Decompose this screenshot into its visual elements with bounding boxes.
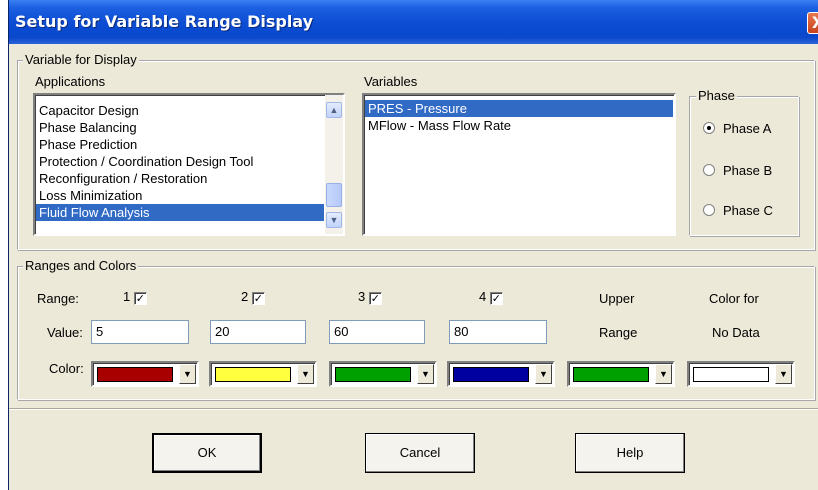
- chevron-down-icon[interactable]: ▼: [775, 364, 792, 384]
- upper-range-color-select[interactable]: ▼: [567, 361, 675, 387]
- ok-button[interactable]: OK: [152, 433, 262, 473]
- list-item[interactable]: MFlow - Mass Flow Rate: [365, 117, 673, 134]
- range-1-checkbox[interactable]: 1 ✓: [123, 289, 147, 305]
- list-item[interactable]: Protection / Coordination Design Tool: [36, 153, 324, 170]
- list-item[interactable]: Phase Balancing: [36, 119, 324, 136]
- range-4-value-field[interactable]: 80: [449, 320, 547, 344]
- list-item[interactable]: Loss Minimization: [36, 187, 324, 204]
- phase-a-label: Phase A: [723, 121, 772, 136]
- range-label: Range:: [37, 291, 79, 306]
- range-3-color-swatch: [335, 367, 411, 382]
- range-2-checkbox[interactable]: 2 ✓: [241, 289, 265, 305]
- checkbox-checked-icon[interactable]: ✓: [368, 292, 382, 305]
- dialog-window: Setup for Variable Range Display X Varia…: [8, 0, 818, 490]
- scroll-down-icon[interactable]: ▼: [326, 212, 342, 228]
- range-3-number: 3: [358, 289, 366, 304]
- upper-range-label-line1: Upper: [599, 291, 635, 306]
- no-data-label-line1: Color for: [709, 291, 759, 306]
- variables-label: Variables: [364, 74, 418, 89]
- button-separator: [9, 408, 818, 410]
- phase-c-label: Phase C: [723, 203, 773, 218]
- upper-range-color-swatch: [573, 367, 649, 382]
- radio-unchecked-icon[interactable]: [703, 204, 715, 216]
- phase-b-label: Phase B: [723, 163, 773, 178]
- variables-listbox[interactable]: PRES - Pressure MFlow - Mass Flow Rate: [362, 93, 676, 236]
- range-2-color-select[interactable]: ▼: [209, 361, 317, 387]
- phase-legend: Phase: [696, 88, 737, 103]
- list-item[interactable]: Fluid Flow Analysis: [36, 204, 324, 221]
- range-3-color-select[interactable]: ▼: [329, 361, 437, 387]
- range-4-color-swatch: [453, 367, 529, 382]
- chevron-down-icon[interactable]: ▼: [417, 364, 434, 384]
- scroll-up-icon[interactable]: ▲: [326, 102, 342, 118]
- ranges-and-colors-legend: Ranges and Colors: [23, 258, 139, 273]
- range-2-value-field[interactable]: 20: [210, 320, 306, 344]
- range-2-number: 2: [241, 289, 249, 304]
- window-title: Setup for Variable Range Display: [15, 12, 314, 31]
- range-3-value-field[interactable]: 60: [329, 320, 425, 344]
- applications-scrollbar[interactable]: ▲ ▼: [325, 95, 343, 234]
- chevron-down-icon[interactable]: ▼: [655, 364, 672, 384]
- range-4-checkbox[interactable]: 4 ✓: [479, 289, 503, 305]
- variables-list: PRES - Pressure MFlow - Mass Flow Rate: [365, 100, 673, 134]
- variable-for-display-legend: Variable for Display: [23, 52, 139, 67]
- close-icon[interactable]: X: [807, 12, 818, 34]
- list-item[interactable]: Capacitor Design: [36, 102, 324, 119]
- phase-b-radio[interactable]: Phase B: [703, 163, 772, 178]
- applications-listbox[interactable]: Capacitor Design Phase Balancing Phase P…: [33, 93, 345, 236]
- color-label: Color:: [49, 361, 84, 376]
- no-data-color-select[interactable]: ▼: [687, 361, 795, 387]
- list-item[interactable]: Reconfiguration / Restoration: [36, 170, 324, 187]
- no-data-color-swatch: [693, 367, 769, 382]
- chevron-down-icon[interactable]: ▼: [297, 364, 314, 384]
- chevron-down-icon[interactable]: ▼: [535, 364, 552, 384]
- upper-range-label-line2: Range: [599, 325, 638, 340]
- title-bar[interactable]: Setup for Variable Range Display X: [9, 0, 818, 44]
- range-1-value-field[interactable]: 5: [91, 320, 189, 344]
- no-data-label-line2: No Data: [712, 325, 760, 340]
- value-label: Value:: [47, 325, 83, 340]
- range-4-color-select[interactable]: ▼: [447, 361, 555, 387]
- applications-label: Applications: [35, 74, 106, 89]
- phase-c-radio[interactable]: Phase C: [703, 203, 773, 218]
- range-2-color-swatch: [215, 367, 291, 382]
- chevron-down-icon[interactable]: ▼: [179, 364, 196, 384]
- help-button[interactable]: Help: [575, 433, 685, 473]
- range-4-number: 4: [479, 289, 487, 304]
- radio-unchecked-icon[interactable]: [703, 164, 715, 176]
- cancel-button[interactable]: Cancel: [365, 433, 475, 473]
- scrollbar-thumb[interactable]: [326, 183, 342, 207]
- checkbox-checked-icon[interactable]: ✓: [489, 292, 503, 305]
- range-1-color-select[interactable]: ▼: [91, 361, 199, 387]
- checkbox-checked-icon[interactable]: ✓: [133, 292, 147, 305]
- radio-checked-icon[interactable]: [703, 122, 715, 134]
- phase-a-radio[interactable]: Phase A: [703, 121, 771, 136]
- range-1-number: 1: [123, 289, 131, 304]
- list-item[interactable]: PRES - Pressure: [365, 100, 673, 117]
- checkbox-checked-icon[interactable]: ✓: [251, 292, 265, 305]
- range-3-checkbox[interactable]: 3 ✓: [358, 289, 382, 305]
- applications-list: Capacitor Design Phase Balancing Phase P…: [36, 102, 324, 221]
- range-1-color-swatch: [97, 367, 173, 382]
- list-item[interactable]: Phase Prediction: [36, 136, 324, 153]
